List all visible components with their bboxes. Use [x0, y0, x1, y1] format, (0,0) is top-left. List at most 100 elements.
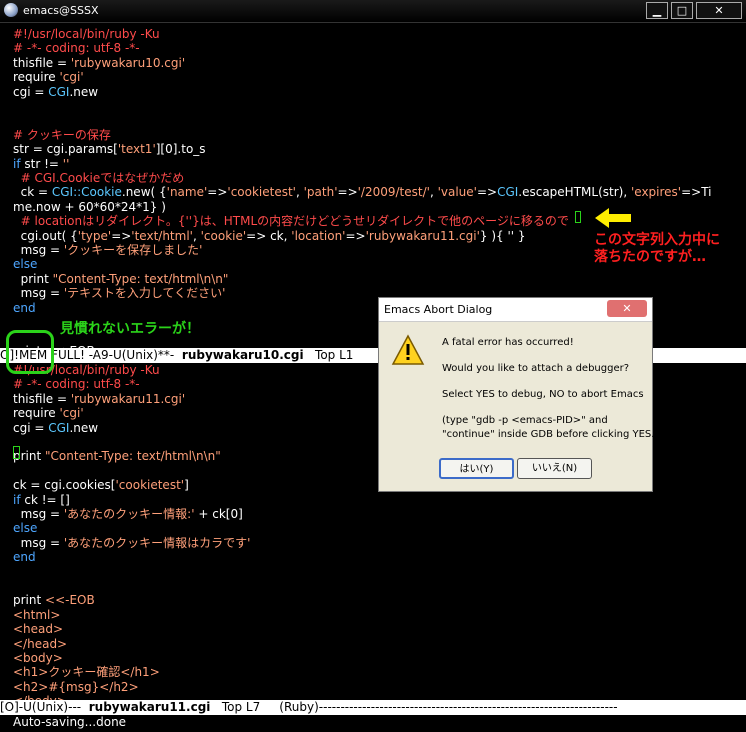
code-token: msg = — [13, 535, 64, 550]
code-token: ck = cgi.cookies[ — [13, 478, 116, 493]
code-line[interactable]: msg = 'あなたのクッキー情報:' + ck[0] — [13, 507, 243, 522]
code-token: <h1>クッキー確認</h1> — [13, 665, 160, 680]
code-token: print — [13, 271, 53, 286]
code-line[interactable]: msg = 'あなたのクッキー情報はカラです' — [13, 535, 251, 551]
maximize-button[interactable]: □ — [671, 2, 693, 19]
mode-line-2-buffer-name: rubywakaru11.cgi — [88, 700, 211, 714]
code-token: </head> — [13, 636, 68, 651]
emacs-window: emacs@SSSX ▁ □ ✕ #!/usr/local/bin/ruby -… — [0, 0, 746, 732]
code-token: thisfile = — [13, 55, 71, 70]
dialog-title-bar[interactable]: Emacs Abort Dialog ✕ — [379, 298, 652, 322]
code-line[interactable]: # -*- coding: utf-8 -*- — [13, 41, 140, 56]
code-token: msg = — [13, 243, 64, 257]
code-token: => — [111, 228, 132, 243]
code-token: str != — [20, 156, 63, 171]
code-line[interactable]: thisfile = 'rubywakaru11.cgi' — [13, 392, 185, 407]
code-token: + ck[0] — [194, 507, 243, 521]
code-token: ] — [184, 478, 189, 493]
code-token: , — [192, 228, 201, 243]
code-line[interactable]: ck = CGI::Cookie.new( {'name'=>'cookiete… — [13, 185, 712, 200]
code-line[interactable]: thisfile = 'rubywakaru10.cgi' — [13, 56, 185, 71]
code-token: ck != [] — [20, 492, 70, 507]
code-line[interactable]: # -*- coding: utf-8 -*- — [13, 377, 140, 392]
code-line[interactable]: require 'cgi' — [13, 70, 84, 85]
code-token: 'cookie' — [200, 228, 247, 243]
minimize-button[interactable]: ▁ — [646, 2, 668, 19]
code-token: end — [13, 300, 36, 315]
code-token: 'expires' — [630, 185, 682, 200]
code-line[interactable]: print "Content-Type: text/html\n\n" — [13, 449, 221, 464]
code-token: 'rubywakaru11.cgi' — [365, 228, 480, 243]
code-token: msg = — [13, 286, 64, 301]
code-token: '' — [62, 156, 70, 171]
code-token: CGI — [497, 185, 519, 200]
code-token: cgi = — [13, 420, 49, 435]
no-button[interactable]: いいえ(N) — [517, 458, 592, 479]
code-token: 'path' — [303, 185, 338, 200]
dialog-message-5: "continue" inside GDB before clicking YE… — [442, 429, 659, 440]
title-bar[interactable]: emacs@SSSX ▁ □ ✕ — [0, 0, 746, 23]
code-line[interactable]: str = cgi.params['text1'][0].to_s — [13, 142, 206, 157]
code-token: print — [13, 593, 46, 608]
code-token: "Content-Type: text/html\n\n" — [52, 271, 229, 286]
code-token: "Content-Type: text/html\n\n" — [45, 449, 221, 464]
dialog-close-button[interactable]: ✕ — [607, 300, 647, 317]
code-line[interactable]: if ck != [] — [13, 493, 70, 508]
code-token: } ){ '' } — [479, 228, 526, 243]
code-line[interactable]: <html> — [13, 608, 60, 623]
code-line[interactable]: end — [13, 550, 36, 565]
code-token: require — [13, 70, 60, 85]
yes-button[interactable]: はい(Y) — [439, 458, 514, 479]
code-line[interactable]: #!/usr/local/bin/ruby -Ku — [13, 27, 160, 42]
code-line[interactable]: cgi.out( {'type'=>'text/html', 'cookie'=… — [13, 229, 526, 244]
code-line[interactable]: print "Content-Type: text/html\n\n" — [13, 271, 229, 287]
mode-line-1-buffer-name: rubywakaru10.cgi — [181, 348, 304, 362]
code-token: 'value' — [437, 185, 477, 200]
text-cursor-1 — [575, 211, 581, 223]
code-token: else — [13, 257, 38, 272]
mode-line-2-position: Top L7 (Ruby)---------------------------… — [210, 700, 618, 714]
code-token: => — [345, 228, 366, 243]
code-line[interactable]: cgi = CGI.new — [13, 85, 98, 100]
dialog-message-1: A fatal error has occurred! — [442, 337, 574, 348]
mode-line-2[interactable]: [O]-U(Unix)--- rubywakaru11.cgi Top L7 (… — [0, 700, 746, 715]
code-line[interactable]: msg = 'クッキーを保存しました' — [13, 243, 203, 258]
code-line[interactable]: require 'cgi' — [13, 406, 84, 421]
code-token: 'rubywakaru10.cgi' — [70, 55, 186, 70]
code-line[interactable]: else — [13, 257, 37, 272]
code-line[interactable]: <body> — [13, 651, 63, 666]
input-annotation: この文字列入力中に 落ちたのですが… — [594, 232, 720, 266]
code-line[interactable]: ck = cgi.cookies['cookietest'] — [13, 478, 189, 493]
close-button[interactable]: ✕ — [696, 2, 742, 19]
code-token: <<-EOB — [45, 593, 95, 608]
code-line[interactable]: if str != '' — [13, 157, 69, 172]
code-line[interactable]: <h1>クッキー確認</h1> — [13, 665, 160, 680]
code-line[interactable]: # クッキーの保存 — [13, 128, 111, 143]
abort-dialog: Emacs Abort Dialog ✕ A fatal error has o… — [378, 297, 658, 492]
code-token: 'テキストを入力してください' — [63, 286, 226, 301]
error-annotation: 見慣れないエラーが！ — [60, 321, 200, 337]
code-line[interactable]: end — [13, 301, 36, 316]
code-line[interactable]: msg = 'テキストを入力してください' — [13, 286, 226, 301]
code-token: => ck, — [246, 228, 292, 243]
code-token: => — [337, 185, 358, 200]
code-token: , — [429, 185, 438, 200]
minibuffer[interactable]: Auto-saving...done — [13, 715, 126, 730]
arrow-left-icon — [595, 208, 631, 228]
code-token: else — [13, 521, 38, 536]
code-line[interactable]: <head> — [13, 622, 63, 637]
code-token: if — [13, 156, 21, 171]
code-line[interactable]: # CGI.Cookieではなぜかだめ — [13, 171, 185, 186]
code-line[interactable]: else — [13, 521, 37, 536]
code-line[interactable]: me.now + 60*60*24*1} ) — [13, 200, 166, 215]
code-line[interactable]: <h2>#{msg}</h2> — [13, 680, 139, 695]
code-line[interactable]: cgi = CGI.new — [13, 421, 98, 436]
code-line[interactable]: print <<-EOB — [13, 593, 95, 608]
code-token: <body> — [13, 651, 63, 665]
code-token: <html> — [13, 607, 61, 622]
code-token: CGI — [48, 84, 70, 99]
code-token: 'あなたのクッキー情報はカラです' — [63, 535, 251, 550]
code-token: '/2009/test/' — [357, 185, 430, 200]
code-line[interactable]: </head> — [13, 637, 67, 652]
code-line[interactable]: # locationはリダイレクト。{''}は、HTMLの内容だけどどうせリダイ… — [13, 214, 569, 229]
